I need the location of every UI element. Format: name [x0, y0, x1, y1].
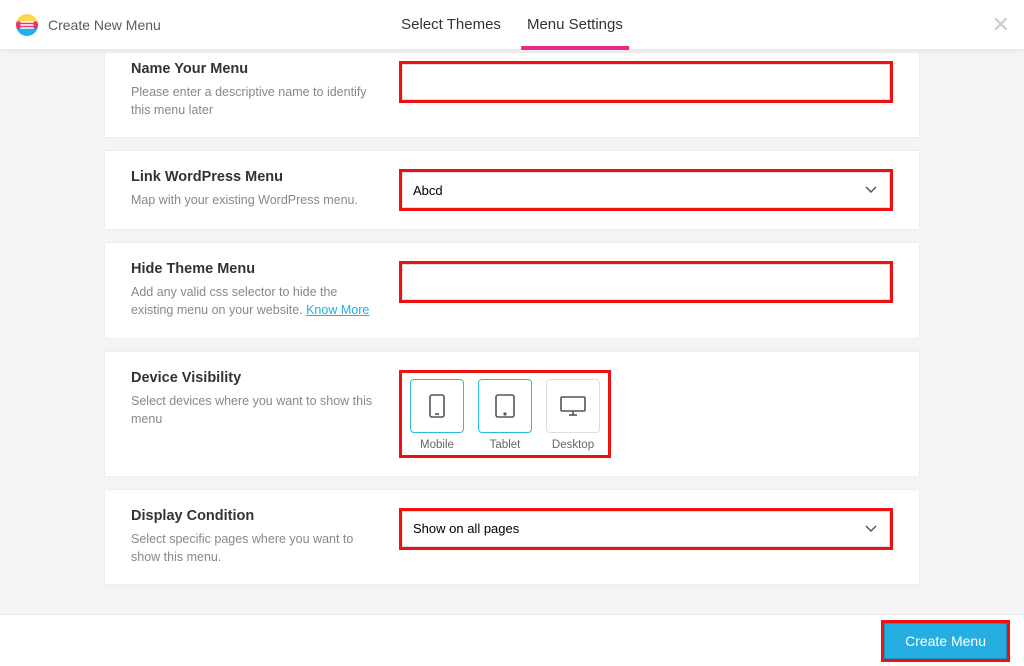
section-desc: Map with your existing WordPress menu. [131, 191, 379, 209]
device-label: Mobile [420, 439, 454, 451]
device-tile-tablet[interactable] [478, 379, 532, 433]
highlight-box: Mobile Tablet Desktop [399, 370, 611, 458]
wordpress-menu-select[interactable]: Abcd [402, 172, 890, 208]
create-menu-button[interactable]: Create Menu [884, 623, 1007, 659]
section-title: Link WordPress Menu [131, 169, 379, 185]
modal-header: Create New Menu Select Themes Menu Setti… [0, 0, 1024, 50]
section-desc: Add any valid css selector to hide the e… [131, 283, 379, 319]
section-display-condition: Display Condition Select specific pages … [104, 489, 920, 585]
desktop-icon [559, 395, 587, 417]
tab-select-themes[interactable]: Select Themes [401, 0, 501, 49]
modal-footer: Create Menu [0, 614, 1024, 666]
section-name-menu: Name Your Menu Please enter a descriptiv… [104, 52, 920, 138]
logo-title-group: Create New Menu [0, 14, 161, 36]
highlight-box: Create Menu [881, 620, 1010, 662]
device-option-mobile: Mobile [410, 379, 464, 451]
section-hide-theme: Hide Theme Menu Add any valid css select… [104, 242, 920, 338]
section-title: Device Visibility [131, 370, 379, 386]
device-label: Desktop [552, 439, 594, 451]
device-option-desktop: Desktop [546, 379, 600, 451]
know-more-link[interactable]: Know More [306, 303, 369, 317]
highlight-box: Show on all pages [399, 508, 893, 550]
close-icon[interactable]: ✕ [992, 12, 1010, 38]
brand-logo-icon [16, 14, 38, 36]
tablet-icon [494, 393, 516, 419]
page-title: Create New Menu [48, 17, 161, 33]
highlight-box [399, 61, 893, 103]
mobile-icon [428, 393, 446, 419]
tab-menu-settings[interactable]: Menu Settings [527, 0, 623, 49]
device-tile-desktop[interactable] [546, 379, 600, 433]
section-desc: Select specific pages where you want to … [131, 530, 379, 566]
device-option-tablet: Tablet [478, 379, 532, 451]
tab-bar: Select Themes Menu Settings [401, 0, 623, 49]
highlight-box: Abcd [399, 169, 893, 211]
section-desc: Please enter a descriptive name to ident… [131, 83, 379, 119]
section-title: Hide Theme Menu [131, 261, 379, 277]
section-device-visibility: Device Visibility Select devices where y… [104, 351, 920, 477]
section-desc: Select devices where you want to show th… [131, 392, 379, 428]
section-link-wordpress: Link WordPress Menu Map with your existi… [104, 150, 920, 230]
section-title: Display Condition [131, 508, 379, 524]
device-tile-mobile[interactable] [410, 379, 464, 433]
settings-panel: Name Your Menu Please enter a descriptiv… [0, 50, 1024, 614]
display-condition-select[interactable]: Show on all pages [402, 511, 890, 547]
menu-name-input[interactable] [402, 64, 890, 100]
css-selector-input[interactable] [402, 264, 890, 300]
section-title: Name Your Menu [131, 61, 379, 77]
device-label: Tablet [490, 439, 521, 451]
highlight-box [399, 261, 893, 303]
